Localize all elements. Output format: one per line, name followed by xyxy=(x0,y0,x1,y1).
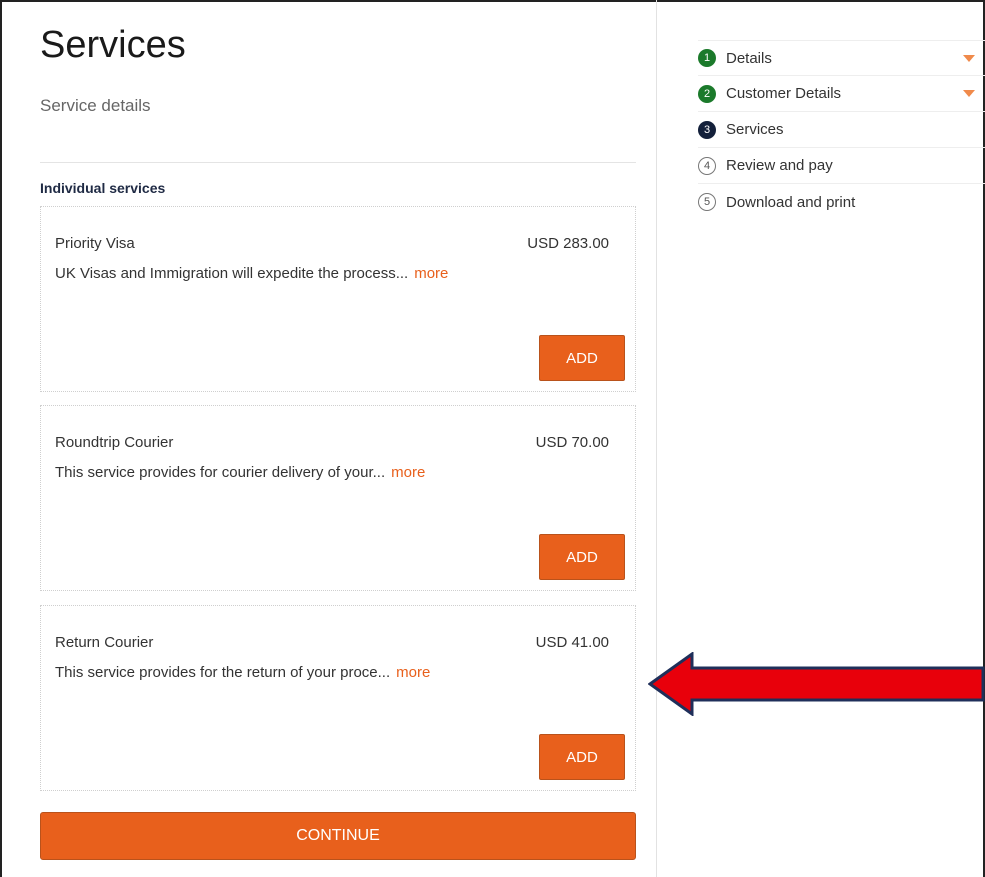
step-review-and-pay: 4 Review and pay xyxy=(698,148,985,184)
add-button-roundtrip-courier[interactable]: ADD xyxy=(539,534,625,580)
step-number-badge: 2 xyxy=(698,84,716,103)
more-link[interactable]: more xyxy=(391,464,425,481)
step-number-badge: 4 xyxy=(698,156,716,175)
step-label: Review and pay xyxy=(726,157,833,174)
section-label: Individual services xyxy=(40,180,166,196)
service-name: Roundtrip Courier xyxy=(55,434,174,451)
continue-button[interactable]: CONTINUE xyxy=(40,812,636,860)
service-description: This service provides for courier delive… xyxy=(55,464,425,481)
service-card-priority-visa: Priority Visa USD 283.00 UK Visas and Im… xyxy=(40,206,636,392)
step-label: Customer Details xyxy=(726,85,842,102)
step-number-badge: 3 xyxy=(698,120,716,139)
progress-steps: 1 Details 2 Customer Details 3 Services … xyxy=(698,40,985,220)
service-card-return-courier: Return Courier USD 41.00 This service pr… xyxy=(40,605,636,791)
step-label: Services xyxy=(726,121,784,138)
step-number-badge: 5 xyxy=(698,193,716,211)
service-price: USD 70.00 xyxy=(535,434,609,451)
annotation-arrow-icon xyxy=(648,652,985,716)
service-name: Return Courier xyxy=(55,634,154,651)
step-services: 3 Services xyxy=(698,112,985,148)
page-title: Services xyxy=(40,24,186,66)
chevron-down-icon[interactable] xyxy=(963,90,975,97)
step-number-badge: 1 xyxy=(698,49,716,67)
service-description: UK Visas and Immigration will expedite t… xyxy=(55,265,448,282)
step-label: Download and print xyxy=(726,193,856,211)
service-description-text: UK Visas and Immigration will expedite t… xyxy=(55,265,409,282)
step-label: Details xyxy=(726,49,772,67)
divider xyxy=(40,162,636,163)
step-customer-details[interactable]: 2 Customer Details xyxy=(698,76,985,112)
service-description-text: This service provides for the return of … xyxy=(55,664,391,681)
add-button-priority-visa[interactable]: ADD xyxy=(539,335,625,381)
service-description-text: This service provides for courier delive… xyxy=(55,464,386,481)
column-divider xyxy=(656,0,657,877)
service-name: Priority Visa xyxy=(55,235,135,252)
service-price: USD 41.00 xyxy=(535,634,609,651)
add-button-return-courier[interactable]: ADD xyxy=(539,734,625,780)
service-card-roundtrip-courier: Roundtrip Courier USD 70.00 This service… xyxy=(40,405,636,591)
service-description: This service provides for the return of … xyxy=(55,664,430,681)
step-details[interactable]: 1 Details xyxy=(698,40,985,76)
step-download-and-print: 5 Download and print xyxy=(698,184,985,220)
chevron-down-icon[interactable] xyxy=(963,55,975,62)
more-link[interactable]: more xyxy=(396,664,430,681)
more-link[interactable]: more xyxy=(414,265,448,282)
page-subtitle: Service details xyxy=(40,96,151,115)
service-price: USD 283.00 xyxy=(527,235,609,252)
